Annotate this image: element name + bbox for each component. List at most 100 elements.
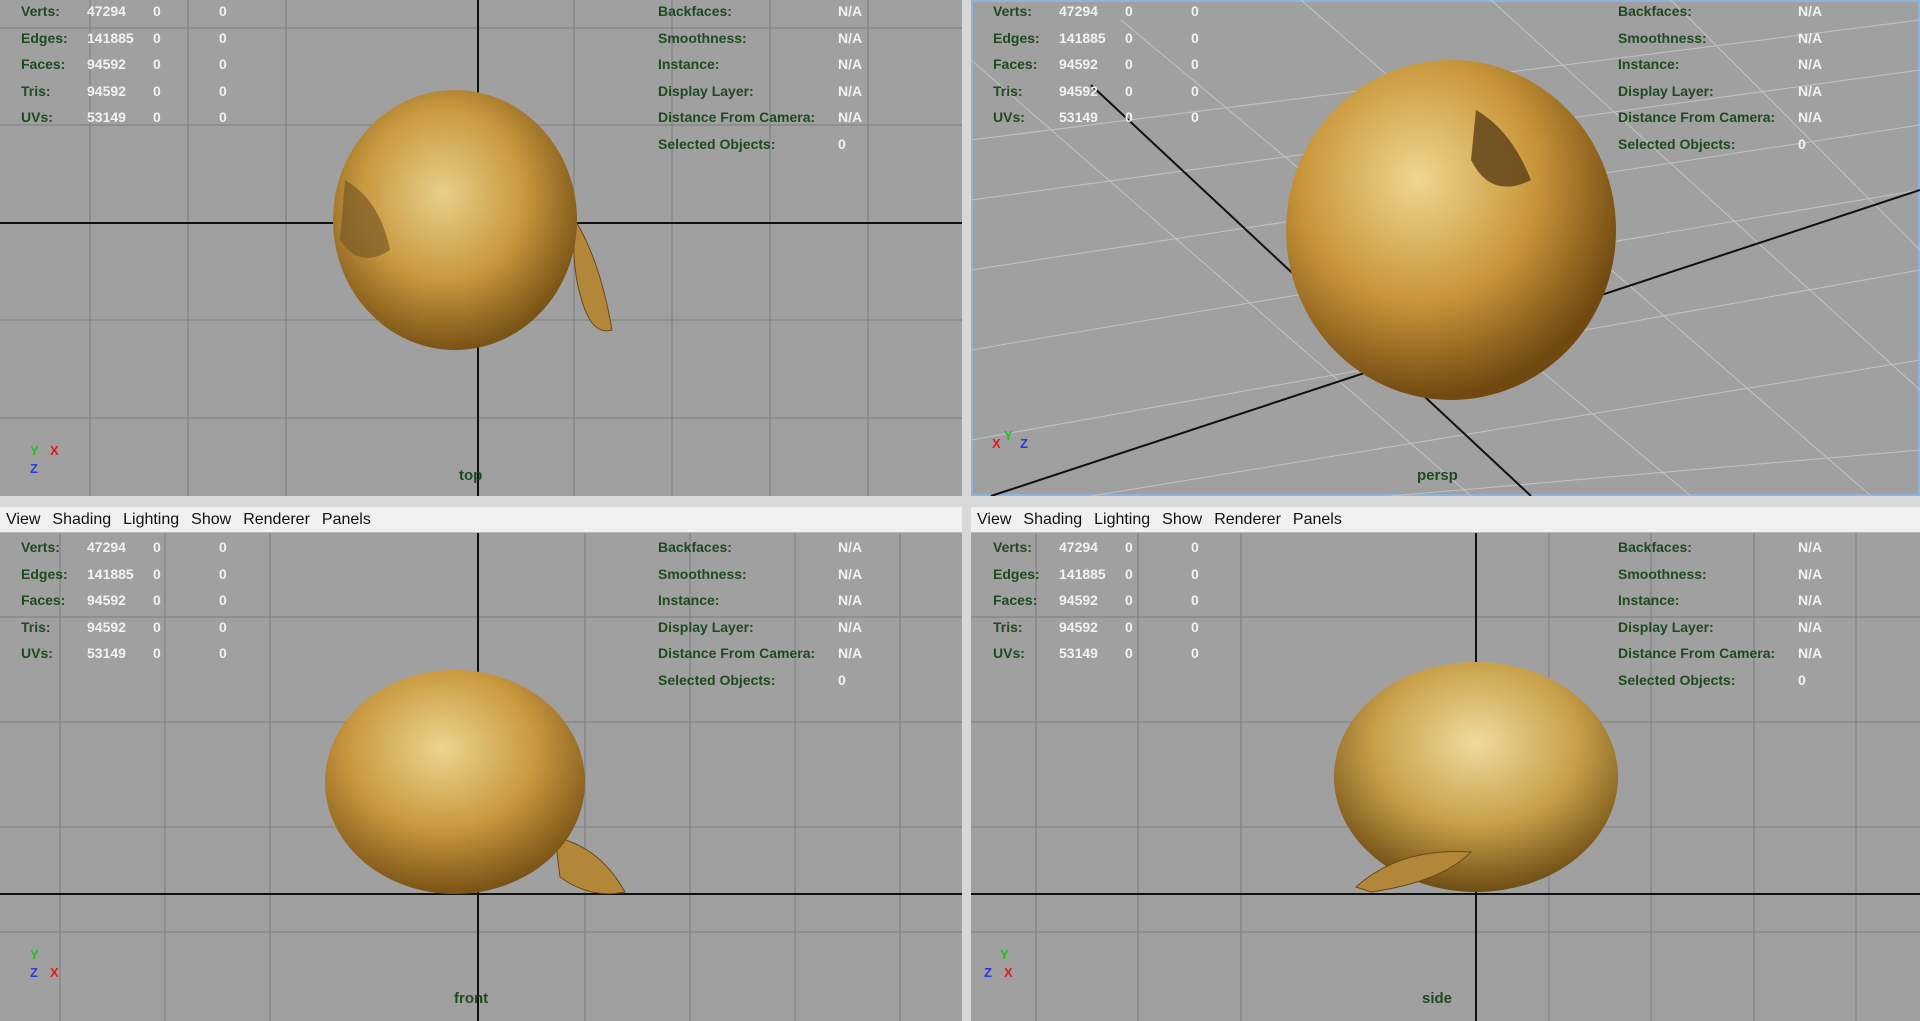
camera-label-persp: persp (1417, 467, 1458, 484)
hud-detail-value: N/A (838, 565, 863, 582)
hud-stat-value: 53149 (1059, 645, 1098, 661)
hud-stat-row: Edges: 141885 0 0 (21, 25, 241, 52)
hud-stat-row: Verts: 47294 0 0 (21, 534, 241, 561)
onion-model-front (325, 670, 585, 894)
hud-detail-label: Instance: (658, 592, 720, 608)
hud-detail-row: Instance: N/A (658, 587, 862, 614)
hud-detail-row: Selected Objects: 0 (1618, 131, 1818, 158)
hud-stat-row: Verts: 47294 0 0 (993, 534, 1213, 561)
menu-renderer[interactable]: Renderer (1214, 511, 1281, 529)
hud-detail-value: N/A (1798, 592, 1823, 608)
hud-stat-value: 141885 (1059, 29, 1106, 46)
viewport-divider-h[interactable] (0, 496, 1920, 507)
hud-detail-label: Instance: (1618, 592, 1680, 608)
hud-detail-label: Instance: (1618, 56, 1680, 72)
hud-detail-value: N/A (1798, 82, 1823, 99)
axis-z-label: Z (984, 965, 992, 980)
hud-stat-label: Faces: (993, 592, 1038, 608)
hud-stat-value: 53149 (1059, 109, 1098, 125)
hud-poly-count: Verts: 47294 0 0 Edges: 141885 0 0 Faces: 94592 0 0… (993, 534, 1213, 667)
hud-detail-row: Selected Objects: 0 (658, 667, 858, 694)
hud-detail-value: N/A (838, 539, 863, 555)
menu-renderer[interactable]: Renderer (243, 511, 310, 529)
hud-detail-row: Distance From Camera: N/A (658, 640, 862, 667)
axis-gizmo-persp: X Y Z (990, 428, 1040, 468)
hud-detail-row: Backfaces: N/A (1618, 0, 1822, 25)
hud-detail-label: Selected Objects: (1618, 671, 1736, 688)
hud-stat-triangles: 0 (1191, 109, 1199, 125)
hud-detail-value: N/A (838, 109, 863, 125)
hud-detail-value: 0 (838, 671, 846, 688)
camera-label-front: front (454, 990, 489, 1007)
menu-panels[interactable]: Panels (322, 511, 371, 529)
menu-show[interactable]: Show (1162, 511, 1202, 529)
hud-detail-row: Backfaces: N/A (658, 534, 862, 561)
hud-stat-value: 47294 (1059, 539, 1098, 555)
hud-stat-label: Faces: (21, 56, 66, 72)
menu-shading[interactable]: Shading (52, 511, 111, 529)
hud-stat-row: Faces: 94592 0 0 (21, 587, 241, 614)
axis-gizmo-top: Y X Z (28, 443, 68, 483)
hud-poly-count: Verts: 47294 0 0 Edges: 141885 0 0 Faces: 94592 0 0… (993, 0, 1213, 131)
hud-detail-label: Display Layer: (1618, 618, 1714, 635)
menu-panels[interactable]: Panels (1293, 511, 1342, 529)
hud-poly-count: Verts: 47294 0 0 Edges: 141885 0 0 Faces: 94592 0 0… (21, 534, 241, 667)
hud-detail-row: Instance: N/A (658, 51, 862, 78)
menu-view[interactable]: View (6, 511, 40, 529)
hud-stat-row: Edges: 141885 0 0 (993, 25, 1213, 52)
hud-stat-selected: 0 (153, 29, 161, 46)
menu-show[interactable]: Show (191, 511, 231, 529)
hud-detail-value: N/A (1798, 56, 1823, 72)
hud-stat-row: Faces: 94592 0 0 (993, 51, 1213, 78)
axis-gizmo-side: Y Z X (982, 947, 1022, 987)
hud-detail-row: Instance: N/A (1618, 51, 1822, 78)
hud-stat-value: 47294 (87, 3, 126, 19)
hud-stat-selected: 0 (1125, 82, 1133, 99)
hud-stat-label: Faces: (21, 592, 66, 608)
hud-detail-label: Smoothness: (1618, 565, 1707, 582)
hud-stat-value: 141885 (87, 29, 134, 46)
hud-stat-triangles: 0 (219, 539, 227, 555)
hud-stat-triangles: 0 (219, 592, 227, 608)
axis-x-label: X (1004, 965, 1013, 980)
hud-stat-selected: 0 (153, 592, 161, 608)
hud-stat-value: 94592 (87, 592, 126, 608)
hud-detail-row: Backfaces: N/A (658, 0, 862, 25)
hud-stat-row: UVs: 53149 0 0 (21, 640, 241, 667)
hud-stat-triangles: 0 (1191, 539, 1199, 555)
hud-detail-label: Backfaces: (658, 539, 732, 555)
axis-z-label: Z (30, 965, 38, 980)
menu-shading[interactable]: Shading (1023, 511, 1082, 529)
hud-stat-label: Edges: (21, 29, 68, 46)
hud-detail-row: Display Layer: N/A (1618, 614, 1822, 641)
hud-stat-triangles: 0 (1191, 565, 1199, 582)
hud-stat-label: Verts: (993, 3, 1032, 19)
hud-stat-label: UVs: (21, 645, 53, 661)
hud-detail-value: N/A (838, 82, 863, 99)
menu-view[interactable]: View (977, 511, 1011, 529)
hud-stat-row: Tris: 94592 0 0 (21, 614, 241, 641)
hud-stat-label: UVs: (993, 109, 1025, 125)
hud-stat-label: UVs: (21, 109, 53, 125)
hud-stat-label: Edges: (993, 29, 1040, 46)
hud-detail-row: Display Layer: N/A (658, 78, 862, 105)
hud-detail-row: Distance From Camera: N/A (1618, 104, 1822, 131)
hud-detail-label: Backfaces: (1618, 3, 1692, 19)
viewport-divider[interactable] (962, 0, 971, 1021)
menu-lighting[interactable]: Lighting (1094, 511, 1150, 529)
hud-stat-selected: 0 (153, 539, 161, 555)
hud-stat-selected: 0 (153, 565, 161, 582)
hud-stat-label: Verts: (993, 539, 1032, 555)
hud-stat-selected: 0 (153, 645, 161, 661)
hud-stat-triangles: 0 (219, 29, 227, 46)
hud-stat-selected: 0 (1125, 592, 1133, 608)
hud-detail-label: Display Layer: (658, 82, 754, 99)
menu-lighting[interactable]: Lighting (123, 511, 179, 529)
hud-stat-triangles: 0 (1191, 82, 1199, 99)
hud-detail-label: Distance From Camera: (1618, 109, 1776, 125)
hud-stat-row: UVs: 53149 0 0 (993, 640, 1213, 667)
hud-stat-triangles: 0 (1191, 29, 1199, 46)
hud-detail-row: Backfaces: N/A (1618, 534, 1822, 561)
hud-object-details: Backfaces: N/A Smoothness: N/A Instance: N/A D… (658, 0, 862, 157)
hud-stat-triangles: 0 (219, 645, 227, 661)
